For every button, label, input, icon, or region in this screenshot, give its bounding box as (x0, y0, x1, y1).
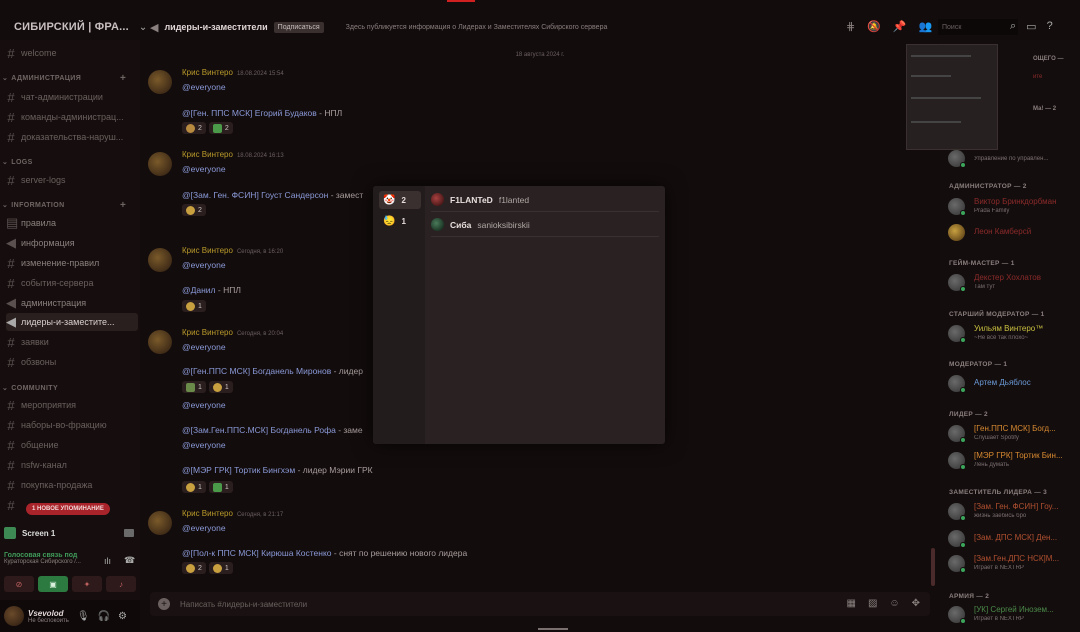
reaction-user-row[interactable]: F1LANTeD f1lanted (431, 188, 659, 212)
user-display-name: Сиба (450, 219, 472, 230)
user-username: f1lanted (498, 194, 530, 205)
face-emoji-icon: 😓 (383, 215, 396, 227)
reaction-filter-clown[interactable]: 🤡 2 (379, 191, 421, 209)
discord-window: СИБИРСКИЙ | ФРА... ⌄ # welcome ⌄ АДМИНИСТР… (0, 0, 1080, 632)
avatar (431, 218, 444, 231)
user-display-name: F1LANTeD (450, 194, 493, 205)
avatar (431, 193, 444, 206)
user-username: sanioksibirskii (477, 219, 530, 230)
clown-emoji-icon: 🤡 (383, 194, 396, 206)
reaction-filter-face[interactable]: 😓 1 (379, 212, 421, 230)
reactions-popup: 🤡 2 😓 1 F1LANTeD f1lanted Сиба sanioksib… (373, 186, 665, 444)
window-resize-indicator (538, 628, 568, 630)
reaction-user-row[interactable]: Сиба sanioksibirskii (431, 213, 659, 237)
